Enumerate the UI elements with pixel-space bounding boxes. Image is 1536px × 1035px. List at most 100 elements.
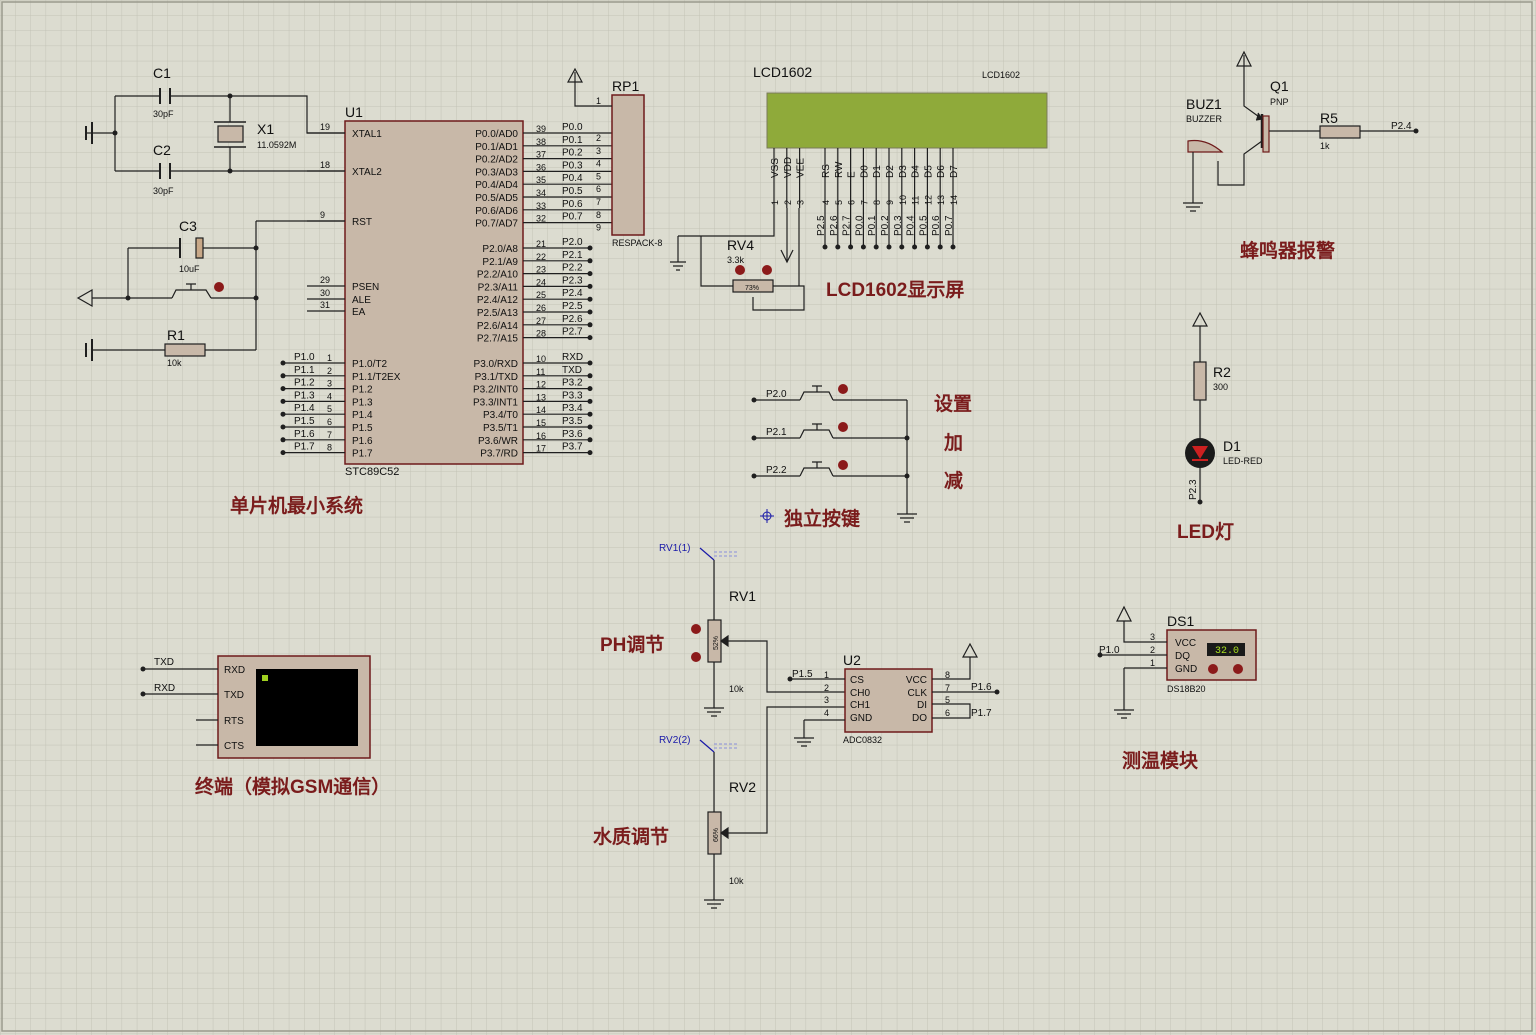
u1-pin-name: P1.2 <box>352 385 373 396</box>
section-terminal: 终端（模拟GSM通信） <box>195 775 390 798</box>
ds1-part: DS18B20 <box>1167 684 1206 694</box>
section-buzzer: 蜂鸣器报警 <box>1240 239 1335 262</box>
terminal-pin-cts: CTS <box>224 741 244 752</box>
ds1-ref: DS1 <box>1167 613 1194 629</box>
u1-pin-name: P0.2/AD2 <box>475 155 518 166</box>
u1-pin-name: P3.3/INT1 <box>473 397 518 408</box>
u1-right-junction <box>587 296 593 302</box>
label-key-add: 加 <box>943 432 963 454</box>
adc-ref: U2 <box>843 652 861 668</box>
reset-button-dot[interactable] <box>214 282 224 292</box>
key-net-p21: P2.1 <box>766 427 787 438</box>
u1-p1-junction <box>280 437 286 443</box>
u1-right-net: P0.1 <box>562 135 583 146</box>
u1-part: STC89C52 <box>345 466 399 478</box>
x1-ref: X1 <box>257 121 274 137</box>
rp1-pin-number: 9 <box>596 223 601 233</box>
lcd-net-junction <box>822 244 828 250</box>
u1-pin-name: P3.0/RXD <box>474 359 518 370</box>
u1-right-net: P0.4 <box>562 173 583 184</box>
u1-pin-number: 39 <box>536 124 546 134</box>
u1-pin-number: 21 <box>536 239 546 249</box>
u1-pin-name: P3.6/WR <box>478 436 518 447</box>
u1-p1-junction <box>280 424 286 430</box>
rv2-percent: 66% <box>713 828 720 842</box>
u1-pin-name: P0.0/AD0 <box>475 129 518 140</box>
u1-right-junction <box>587 437 593 443</box>
u1-pin-number: 25 <box>536 290 546 300</box>
adc-net-p16: P1.6 <box>971 682 992 693</box>
u1-right-net: P3.3 <box>562 390 583 401</box>
lcd-pin-number: 13 <box>936 195 946 205</box>
u1-pin-number: 33 <box>536 201 546 211</box>
adc-pin-name: CH1 <box>850 700 870 711</box>
adc-net-p15: P1.5 <box>792 669 813 680</box>
adc-pin-number: 3 <box>824 695 829 705</box>
adc-part: ADC0832 <box>843 735 882 745</box>
u1-right-net: P2.7 <box>562 327 583 338</box>
rv1-dec-dot[interactable] <box>691 624 701 634</box>
lcd-pin-name: D3 <box>898 165 909 178</box>
section-keys: 独立按键 <box>784 507 860 530</box>
u1-pin-name: P1.6 <box>352 436 373 447</box>
section-mcu: 单片机最小系统 <box>230 494 363 517</box>
rv4-dec-dot[interactable] <box>735 265 745 275</box>
lcd-net-junction <box>873 244 879 250</box>
u1-pin-number: 8 <box>327 443 332 453</box>
u1-pin-name: P3.5/T1 <box>483 423 518 434</box>
u1-pin-number: 10 <box>536 354 546 364</box>
u1-right-net: RXD <box>562 352 583 363</box>
u1-right-net: P0.7 <box>562 212 583 223</box>
adc-pin-number: 2 <box>824 683 829 693</box>
ds1-dec-dot[interactable] <box>1208 664 1218 674</box>
u1-right-net: P0.5 <box>562 186 583 197</box>
u1-right-net: P0.3 <box>562 160 583 171</box>
u1-pin-name: P2.5/A13 <box>477 308 519 319</box>
rp1-body <box>611 94 645 236</box>
ds1-reading: 32.0 <box>1215 646 1239 657</box>
section-ph: PH调节 <box>600 634 664 656</box>
rv4-ref: RV4 <box>727 237 754 253</box>
schematic-sheet: U1 STC89C52 19XTAL118XTAL29RST29PSEN30AL… <box>0 0 1536 1035</box>
terminal-pin-txd: TXD <box>224 690 244 701</box>
u1-right-junction <box>587 283 593 289</box>
rp1-part: RESPACK-8 <box>612 238 662 248</box>
u1-ref: U1 <box>345 104 363 120</box>
lcd-pin-name: VSS <box>770 158 781 178</box>
u1-right-junction <box>587 373 593 379</box>
u1-pin-number: 29 <box>320 275 330 285</box>
u1-pin-name: P1.3 <box>352 397 373 408</box>
lcd-net-junction <box>886 244 892 250</box>
lcd-screen <box>766 92 1048 149</box>
label-key-sub: 减 <box>944 469 963 492</box>
u1-p1-junction <box>280 373 286 379</box>
u1-pin-name: P0.3/AD3 <box>475 167 518 178</box>
ds1-inc-dot[interactable] <box>1233 664 1243 674</box>
lcd-net-junction <box>860 244 866 250</box>
rv4-inc-dot[interactable] <box>762 265 772 275</box>
adc-pin-number: 4 <box>824 708 829 718</box>
u1-right-net: P3.5 <box>562 416 583 427</box>
u1-right-junction <box>587 245 593 251</box>
u1-pin-name: P0.1/AD1 <box>475 142 518 153</box>
q1-type: PNP <box>1270 97 1289 107</box>
section-temp: 测温模块 <box>1122 749 1199 772</box>
lcd-pin-number: 4 <box>821 200 831 205</box>
u1-pin-number: 18 <box>320 160 330 170</box>
adc-pin-name: GND <box>850 713 872 724</box>
u1-right-net: P2.4 <box>562 288 583 299</box>
u1-pin-name: P0.7/AD7 <box>475 219 518 230</box>
u1-p1-net: P1.4 <box>294 403 315 414</box>
u1-pin-number: 15 <box>536 418 546 428</box>
u1-pin-name: EA <box>352 307 366 318</box>
u1-pin-number: 23 <box>536 265 546 275</box>
lcd-pin-net: P0.1 <box>867 215 878 236</box>
adc-pin-name: DI <box>917 700 927 711</box>
u1-pin-name: P2.3/A11 <box>478 282 519 293</box>
lcd-pin-number: 7 <box>859 200 869 205</box>
rv4-value: 3.3k <box>727 255 745 265</box>
rv1-inc-dot[interactable] <box>691 652 701 662</box>
u1-right-net: P2.0 <box>562 237 583 248</box>
u1-right-junction <box>587 335 593 341</box>
lcd-net-junction <box>950 244 956 250</box>
